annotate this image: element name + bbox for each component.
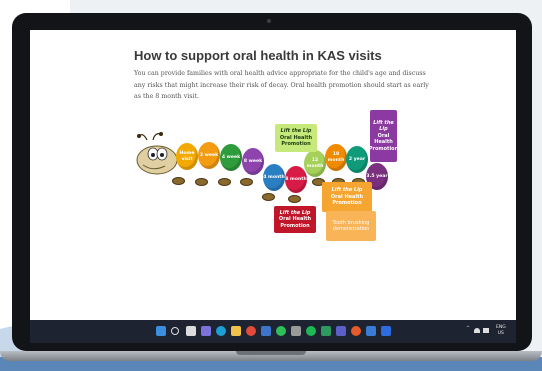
- wifi-icon[interactable]: [474, 328, 480, 333]
- caterpillar-foot: [195, 178, 208, 186]
- caterpillar-foot: [288, 195, 301, 203]
- segment-label: 18 month: [327, 152, 345, 163]
- segment-8-month: 8 month: [285, 166, 307, 193]
- segment-label: Home visit: [179, 151, 195, 162]
- callout-orange-18-month: Lift the Lip Oral Health Promotion: [322, 182, 372, 212]
- segment-label: 2 year: [348, 156, 366, 162]
- segment-label: 4 week: [221, 154, 241, 160]
- search-icon[interactable]: [171, 327, 179, 335]
- spotify-icon[interactable]: [306, 326, 316, 336]
- edge-browser-icon[interactable]: [216, 326, 226, 336]
- callout-tooth-brushing-scroll: Tooth brushing demonstration: [326, 211, 376, 241]
- segment-2-year: 2 year: [346, 146, 368, 173]
- tray-chevron-up-icon[interactable]: ^: [466, 326, 470, 332]
- segment-12-month: 12 month: [304, 150, 326, 177]
- segment-4-month: 4 month: [263, 164, 285, 191]
- app-icon[interactable]: [381, 326, 391, 336]
- caterpillar-foot: [262, 193, 275, 201]
- callout-heading: Lift the Lip: [373, 119, 394, 133]
- segment-label: 2 week: [199, 152, 219, 158]
- app-icon[interactable]: [321, 326, 331, 336]
- callout-text: Oral Health Promotion: [279, 134, 313, 148]
- teams-icon[interactable]: [336, 326, 346, 336]
- windows-start-icon[interactable]: [156, 326, 166, 336]
- laptop-notch: [236, 351, 306, 355]
- segment-4-week: 4 week: [220, 144, 242, 171]
- app-icon[interactable]: [351, 326, 361, 336]
- chrome-icon[interactable]: [246, 326, 256, 336]
- app-icon[interactable]: [291, 326, 301, 336]
- task-view-icon[interactable]: [186, 326, 196, 336]
- taskbar: ^ ENG US: [30, 320, 516, 343]
- segment-label: 4 month: [263, 174, 285, 180]
- segment-8-week: 8 week: [242, 148, 264, 175]
- segment-home-visit: Home visit: [176, 143, 198, 170]
- caterpillar-infographic: Home visit 2 week 4 week 8 week 4 month …: [30, 30, 516, 343]
- chat-icon[interactable]: [201, 326, 211, 336]
- volume-icon[interactable]: [483, 328, 489, 333]
- region-code: US: [497, 331, 504, 336]
- webcam-icon: [267, 19, 271, 23]
- laptop-screen: How to support oral health in KAS visits…: [30, 30, 516, 343]
- file-explorer-icon[interactable]: [231, 326, 241, 336]
- callout-green-12-month: Lift the Lip Oral Health Promotion: [275, 124, 317, 152]
- app-icon[interactable]: [366, 326, 376, 336]
- callout-text: Oral Health Promotion: [278, 216, 312, 229]
- caterpillar-foot: [172, 177, 185, 185]
- callout-text: Oral Health Promotion: [368, 132, 399, 152]
- segment-18-month: 18 month: [325, 144, 347, 171]
- callout-red-8-month: Lift the Lip Oral Health Promotion: [274, 206, 316, 233]
- store-icon[interactable]: [261, 326, 271, 336]
- segment-label: 12 month: [306, 158, 324, 169]
- language-indicator[interactable]: ENG US: [496, 325, 506, 337]
- caterpillar-foot: [240, 178, 253, 186]
- segment-2-week: 2 week: [198, 142, 220, 169]
- callout-text: Oral Health Promotion: [330, 193, 364, 207]
- app-icon[interactable]: [276, 326, 286, 336]
- caterpillar-foot: [218, 178, 231, 186]
- segment-label: 8 month: [285, 176, 307, 182]
- segment-label: 8 week: [243, 158, 263, 164]
- callout-purple-3-5-year: Lift the Lip Oral Health Promotion: [368, 110, 399, 162]
- language-code: ENG: [496, 325, 506, 330]
- callout-text: Tooth brushing demonstration: [332, 219, 370, 233]
- segment-label: 3.5 year: [366, 173, 388, 179]
